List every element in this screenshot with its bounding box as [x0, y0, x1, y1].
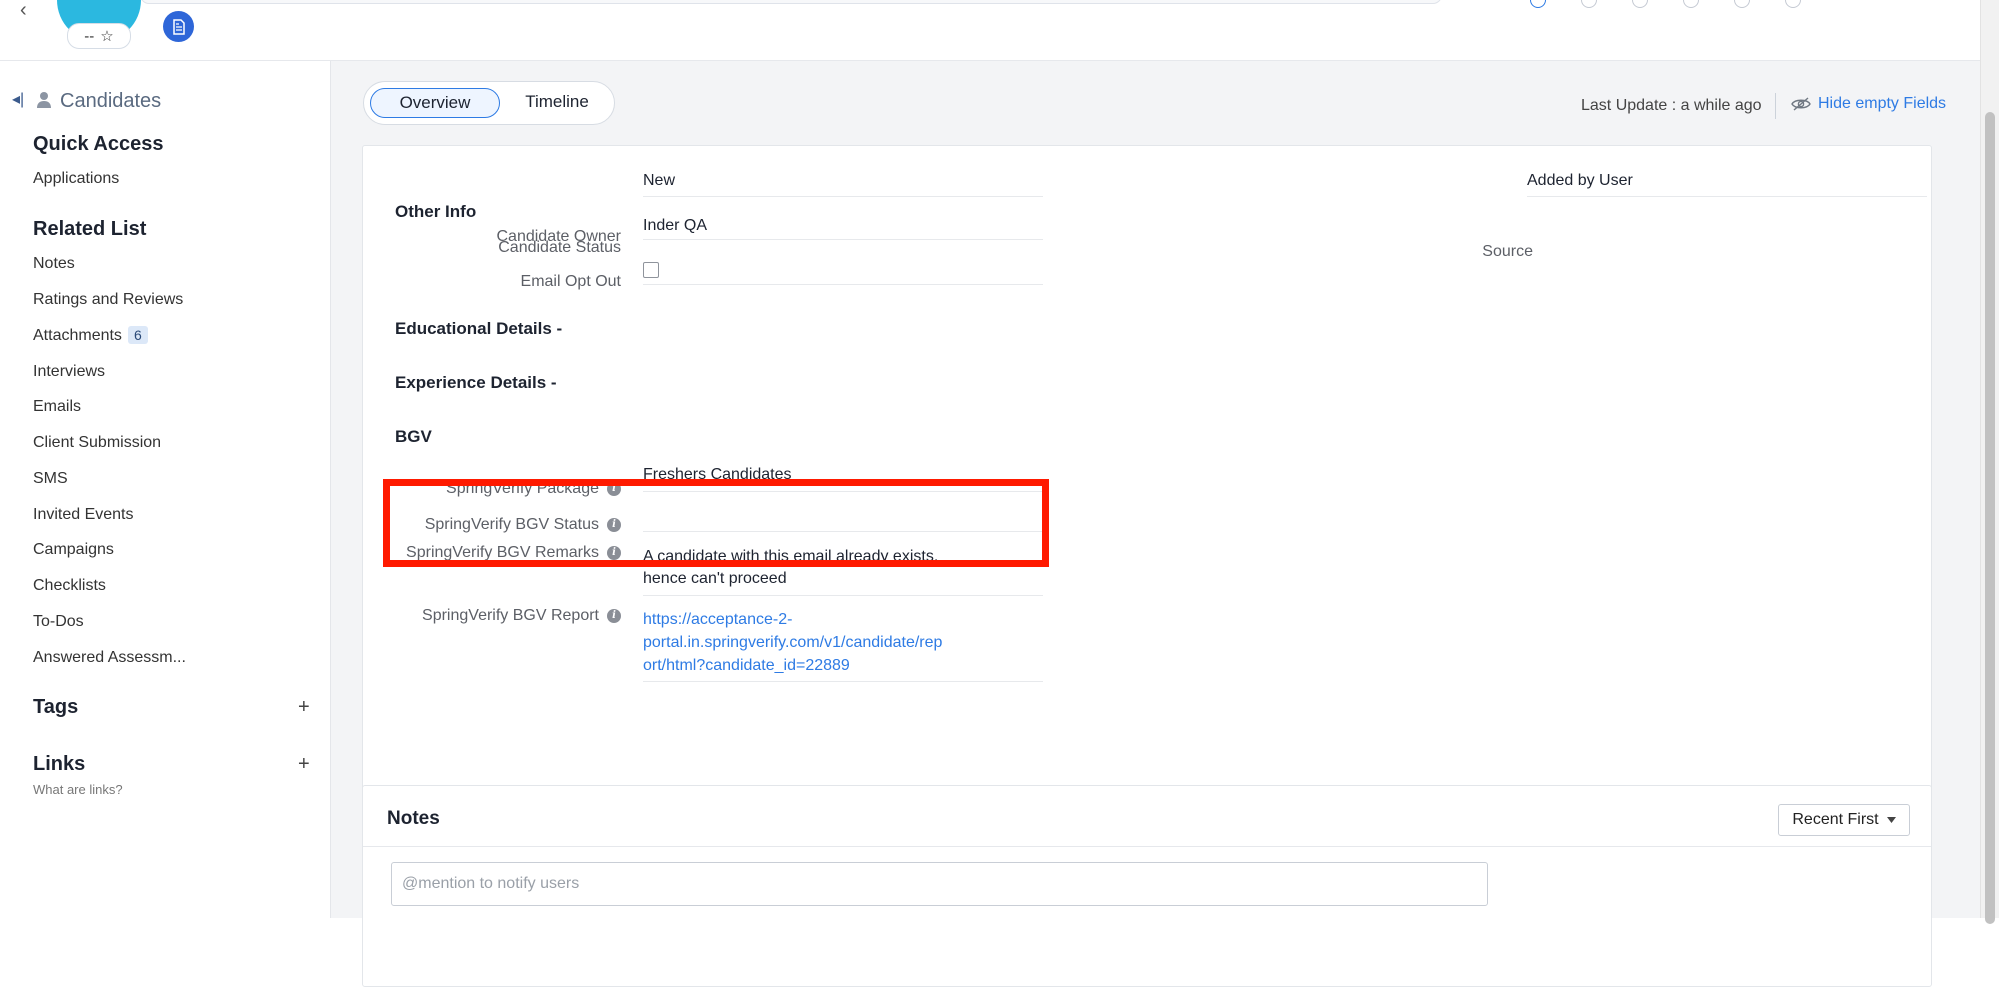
hide-empty-fields-label: Hide empty Fields [1818, 95, 1947, 112]
sidebar-item-checklists[interactable]: Checklists [33, 577, 106, 595]
notes-card: Notes Recent First [362, 785, 1932, 987]
hide-empty-fields-link[interactable]: Hide empty Fields [1791, 95, 1946, 113]
other-info-heading: Other Info [395, 202, 477, 221]
sidebar-item-label: Attachments [33, 327, 122, 344]
last-update-text: Last Update : a while ago [1581, 97, 1762, 114]
links-heading: Links [33, 753, 86, 775]
sidebar-item-invited-events[interactable]: Invited Events [33, 506, 134, 524]
sidebar-item-attachments[interactable]: Attachments 6 [33, 326, 148, 345]
detail-toolbar: Overview Timeline Last Update : a while … [331, 61, 1980, 145]
attachments-count-badge: 6 [127, 326, 148, 344]
rating-value: -- [84, 27, 95, 45]
candidate-rating-pill[interactable]: -- ☆ [67, 23, 131, 49]
email-opt-out-field [643, 240, 1043, 285]
notes-title: Notes [387, 808, 440, 829]
sidebar-item-campaigns[interactable]: Campaigns [33, 541, 114, 559]
links-help-link[interactable]: What are links? [33, 782, 123, 797]
source-value[interactable]: Added by User [1527, 156, 1927, 197]
sidebar-item-client-submission[interactable]: Client Submission [33, 434, 161, 452]
report-url-line-3: ort/html?candidate_id=22889 [643, 657, 850, 674]
remarks-highlight-box [383, 479, 1049, 567]
header-action-icon[interactable] [1530, 0, 1546, 8]
header-action-icon[interactable] [1581, 0, 1597, 8]
report-url-line-1: https://acceptance-2- [643, 611, 793, 628]
candidate-owner-label: Candidate Owner [496, 228, 621, 245]
module-title[interactable]: Candidates [60, 90, 161, 113]
tab-overview[interactable]: Overview [370, 88, 500, 118]
header-action-icons [1530, 0, 1801, 8]
add-link-button[interactable]: + [298, 753, 310, 776]
global-search-bar[interactable] [140, 0, 1442, 4]
person-icon [36, 91, 52, 114]
header-action-icon[interactable] [1785, 0, 1801, 8]
source-label: Source [1482, 243, 1533, 260]
record-header: ‹ -- ☆ [0, 0, 1980, 61]
tab-timeline[interactable]: Timeline [504, 88, 610, 116]
sidebar-item-applications[interactable]: Applications [33, 170, 119, 188]
tags-heading: Tags [33, 696, 79, 718]
view-tabs: Overview Timeline [363, 81, 615, 125]
header-action-icon[interactable] [1632, 0, 1648, 8]
sort-selected-value: Recent First [1792, 811, 1879, 828]
header-action-icon[interactable] [1683, 0, 1699, 8]
overview-card: Other Info Candidate Status New Candidat… [362, 145, 1932, 827]
notes-divider [363, 846, 1931, 847]
scrollbar-thumb[interactable] [1985, 112, 1995, 924]
email-opt-out-checkbox[interactable] [643, 262, 659, 278]
caret-down-icon [1886, 817, 1896, 823]
eye-slash-icon [1791, 97, 1811, 111]
sidebar-item-todos[interactable]: To-Dos [33, 613, 84, 631]
left-sidebar: ◂| Candidates Quick Access Applications … [0, 61, 331, 918]
page-scrollbar[interactable] [1980, 0, 1999, 924]
document-glyph [172, 18, 185, 35]
springverify-bgv-report-label-text: SpringVerify BGV Report [422, 607, 599, 624]
sidebar-item-answered-assessments[interactable]: Answered Assessm... [33, 649, 186, 667]
email-opt-out-label: Email Opt Out [520, 273, 621, 290]
experience-details-heading[interactable]: Experience Details - [395, 373, 557, 393]
header-action-icon[interactable] [1734, 0, 1750, 8]
add-tag-button[interactable]: + [298, 696, 310, 719]
collapse-sidebar-icon[interactable]: ◂| [12, 89, 24, 109]
sidebar-item-sms[interactable]: SMS [33, 470, 68, 488]
candidate-owner-value[interactable]: Inder QA [643, 197, 1043, 240]
sidebar-item-emails[interactable]: Emails [33, 398, 81, 416]
springverify-bgv-report-label: SpringVerify BGV Report i [393, 607, 621, 625]
sidebar-item-ratings[interactable]: Ratings and Reviews [33, 291, 183, 309]
notes-sort-dropdown[interactable]: Recent First [1778, 804, 1910, 836]
back-icon[interactable]: ‹ [20, 0, 27, 20]
document-icon[interactable] [163, 11, 194, 42]
sidebar-item-notes[interactable]: Notes [33, 255, 75, 273]
star-icon[interactable]: ☆ [100, 27, 113, 45]
info-icon[interactable]: i [607, 608, 621, 623]
remarks-line-2: hence can't proceed [643, 570, 787, 587]
toolbar-divider [1775, 93, 1776, 119]
related-list-heading: Related List [33, 218, 147, 240]
sidebar-item-interviews[interactable]: Interviews [33, 363, 105, 381]
note-mention-input[interactable] [391, 862, 1488, 906]
candidate-status-value[interactable]: New [643, 156, 1043, 197]
educational-details-heading[interactable]: Educational Details - [395, 319, 562, 339]
main-content: Overview Timeline Last Update : a while … [331, 61, 1980, 987]
report-url-line-2: portal.in.springverify.com/v1/candidate/… [643, 634, 943, 651]
bgv-heading: BGV [395, 427, 432, 446]
springverify-bgv-report-link[interactable]: https://acceptance-2- portal.in.springve… [643, 596, 1043, 682]
quick-access-heading: Quick Access [33, 133, 164, 155]
